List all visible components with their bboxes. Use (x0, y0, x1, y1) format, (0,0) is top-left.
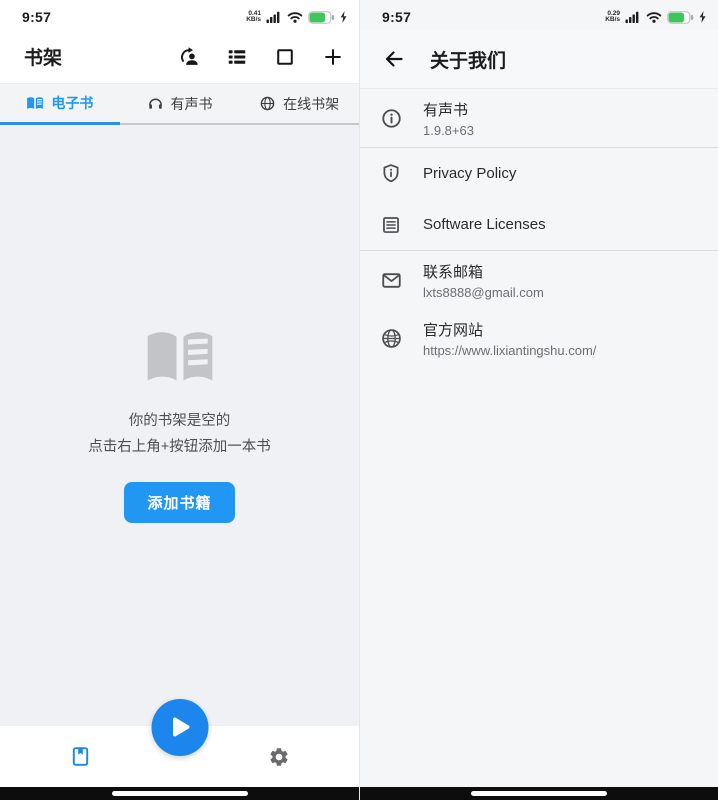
network-speed: 0.41 KB/s (246, 11, 261, 24)
home-indicator[interactable] (471, 791, 607, 796)
bottom-bar (0, 726, 359, 787)
tab-online-shelf[interactable]: 在线书架 (239, 84, 359, 125)
item-subtitle: 1.9.8+63 (423, 123, 474, 138)
item-subtitle: https://www.lixiantingshu.com/ (423, 343, 596, 358)
wifi-icon (646, 11, 662, 23)
home-indicator[interactable] (112, 791, 248, 796)
mail-icon (379, 268, 403, 292)
item-title: Software Licenses (423, 216, 546, 233)
item-title: 有声书 (423, 99, 474, 120)
about-screen: 9:57 0.29 KB/s (359, 0, 718, 800)
tab-audiobooks[interactable]: 有声书 (120, 84, 240, 125)
user-sync-icon[interactable] (177, 45, 201, 69)
tab-label: 有声书 (171, 94, 213, 114)
bookshelf-tabs: 电子书 有声书 在线书架 (0, 84, 359, 125)
app-bar: 关于我们 (360, 30, 718, 89)
system-nav-bar (360, 787, 718, 800)
tab-ebooks[interactable]: 电子书 (0, 84, 120, 125)
empty-book-icon (143, 328, 217, 388)
list-item-software-licenses[interactable]: Software Licenses (360, 199, 718, 250)
battery-icon (308, 11, 335, 24)
wifi-icon (287, 11, 303, 23)
back-arrow-icon[interactable] (374, 39, 414, 79)
clock: 9:57 (22, 9, 51, 25)
item-subtitle: lxts8888@gmail.com (423, 285, 544, 300)
globe-icon (379, 326, 403, 350)
item-title: Privacy Policy (423, 165, 516, 182)
select-box-icon[interactable] (273, 45, 297, 69)
empty-state-line1: 你的书架是空的 (129, 408, 231, 434)
list-view-icon[interactable] (225, 45, 249, 69)
battery-icon (667, 11, 694, 24)
network-speed: 0.29 KB/s (605, 11, 620, 24)
clock: 9:57 (382, 9, 411, 25)
about-list: 有声书 1.9.8+63 Privacy Policy Software Lic… (360, 89, 718, 367)
item-title: 官方网站 (423, 319, 596, 340)
page-title: 关于我们 (430, 46, 506, 73)
add-books-button[interactable]: 添加书籍 (124, 482, 234, 523)
bookmark-icon[interactable] (68, 745, 92, 769)
charging-bolt-icon (699, 11, 706, 23)
globe-icon (259, 95, 276, 112)
app-bar: 书架 (0, 30, 359, 84)
signal-icon (625, 11, 641, 23)
dual-screenshot: 9:57 0.41 KB/s (0, 0, 718, 800)
list-item-contact-email[interactable]: 联系邮箱 lxts8888@gmail.com (360, 251, 718, 309)
empty-state-line2: 点击右上角+按钮添加一本书 (88, 434, 270, 460)
tab-label: 在线书架 (283, 94, 339, 114)
list-item-privacy-policy[interactable]: Privacy Policy (360, 148, 718, 199)
page-title: 书架 (24, 43, 62, 70)
signal-icon (266, 11, 282, 23)
settings-icon[interactable] (267, 745, 291, 769)
add-icon[interactable] (321, 45, 345, 69)
ebook-icon (26, 96, 44, 111)
bookshelf-screen: 9:57 0.41 KB/s (0, 0, 359, 800)
play-icon (169, 716, 191, 740)
list-item-version[interactable]: 有声书 1.9.8+63 (360, 89, 718, 147)
charging-bolt-icon (340, 11, 347, 23)
system-nav-bar (0, 787, 359, 800)
list-item-official-website[interactable]: 官方网站 https://www.lixiantingshu.com/ (360, 309, 718, 367)
shield-info-icon (379, 162, 403, 186)
bookshelf-content: 你的书架是空的 点击右上角+按钮添加一本书 添加书籍 (0, 125, 359, 726)
status-bar: 9:57 0.29 KB/s (360, 0, 718, 30)
headphones-icon (147, 95, 164, 112)
tab-label: 电子书 (51, 93, 93, 113)
status-bar: 9:57 0.41 KB/s (0, 0, 359, 30)
license-icon (379, 213, 403, 237)
play-button[interactable] (151, 699, 208, 756)
item-title: 联系邮箱 (423, 261, 544, 282)
info-icon (379, 106, 403, 130)
